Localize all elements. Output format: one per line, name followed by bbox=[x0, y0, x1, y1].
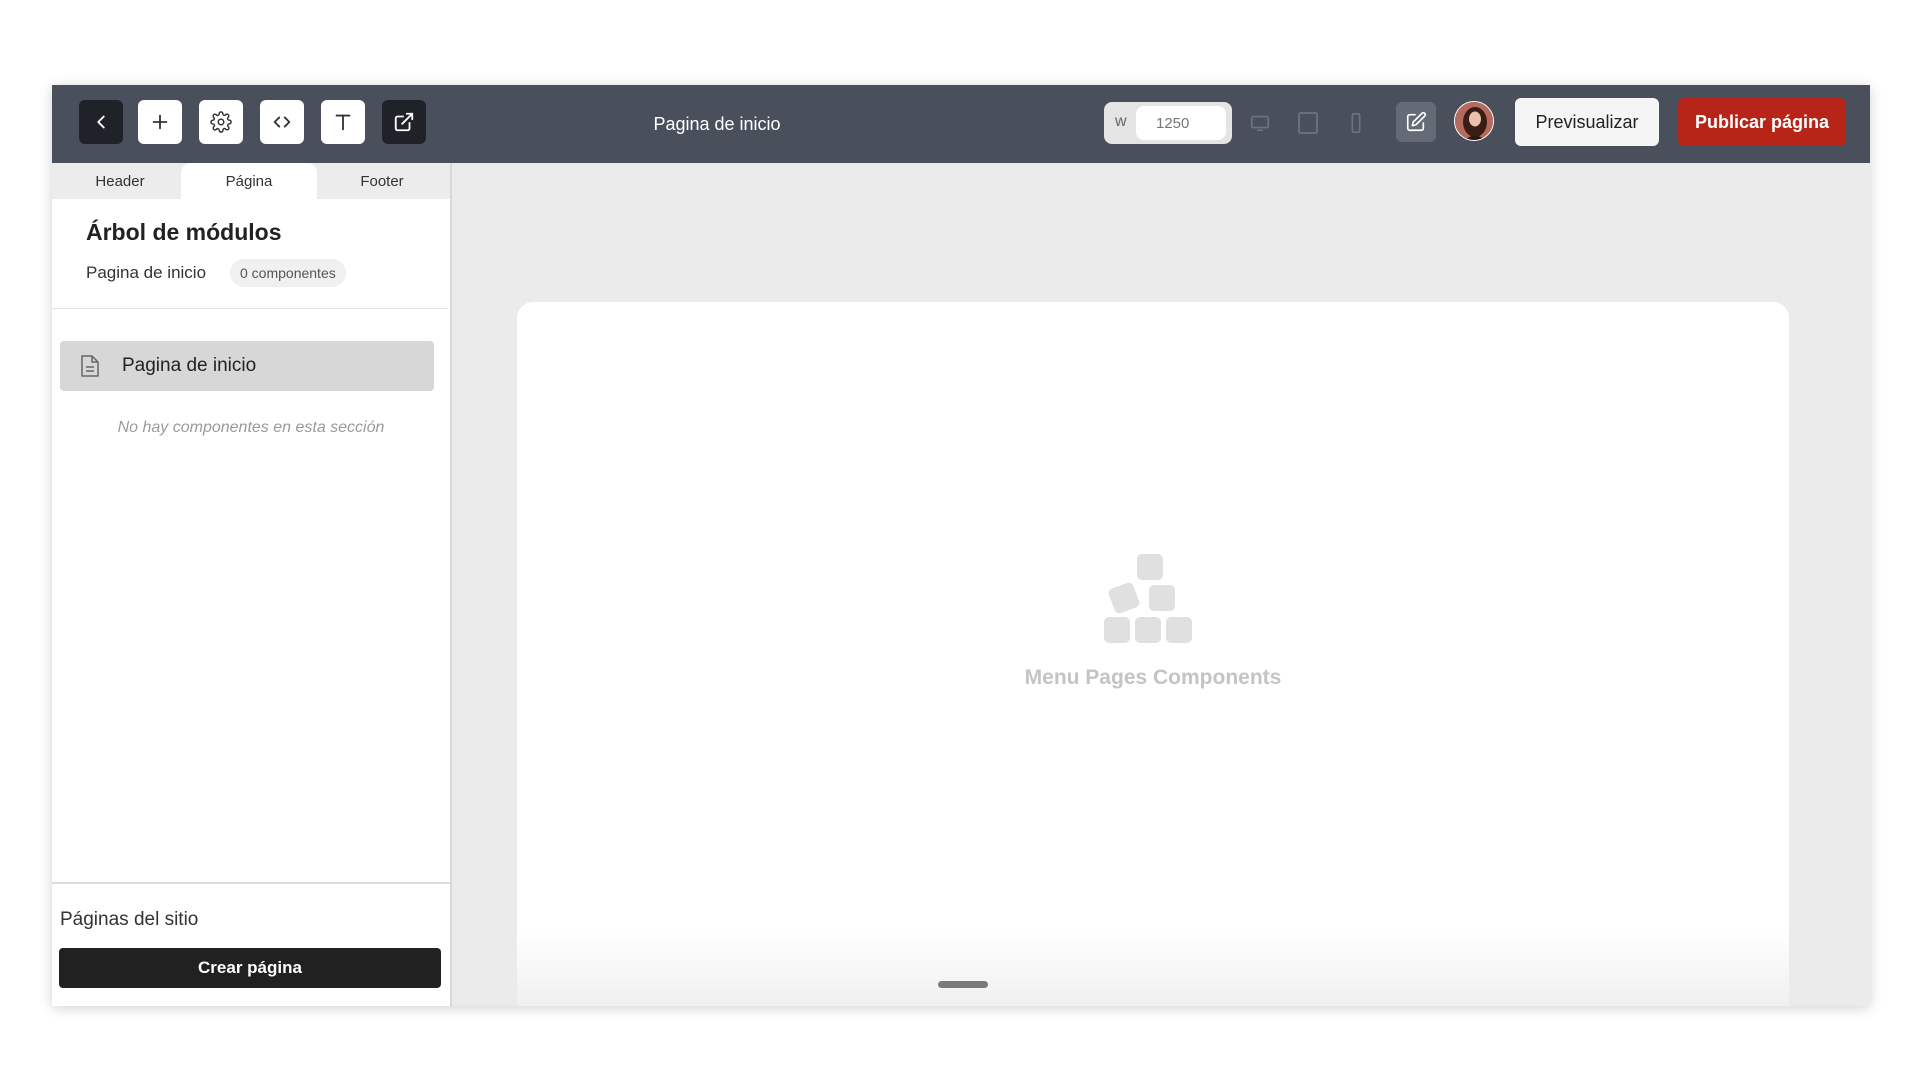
components-placeholder-icon bbox=[1104, 554, 1192, 643]
divider bbox=[52, 308, 448, 309]
tab-footer[interactable]: Footer bbox=[314, 163, 450, 199]
page-builder-window: Pagina de inicio w Previsualizar Pub bbox=[52, 85, 1870, 1006]
page-canvas[interactable]: Menu Pages Components bbox=[517, 302, 1789, 1006]
tablet-view-button[interactable] bbox=[1292, 107, 1324, 139]
phone-icon bbox=[1351, 113, 1361, 133]
back-button[interactable] bbox=[79, 100, 123, 144]
page-title: Pagina de inicio bbox=[653, 113, 781, 134]
settings-button[interactable] bbox=[199, 100, 243, 144]
width-label: w bbox=[1115, 113, 1127, 130]
code-button[interactable] bbox=[260, 100, 304, 144]
module-sidebar: Header Página Footer Árbol de módulos Pa… bbox=[52, 163, 452, 1006]
tree-item-label: Pagina de inicio bbox=[122, 355, 257, 376]
plus-icon bbox=[152, 114, 168, 130]
preview-button[interactable]: Previsualizar bbox=[1515, 98, 1659, 146]
publish-button[interactable]: Publicar página bbox=[1678, 98, 1846, 146]
external-link-icon bbox=[394, 112, 414, 132]
tab-pagina[interactable]: Página bbox=[181, 163, 317, 199]
canvas-bottom-fade bbox=[517, 932, 1789, 1006]
add-button[interactable] bbox=[138, 100, 182, 144]
section-tabs: Header Página Footer bbox=[52, 163, 450, 199]
edit-icon bbox=[1406, 111, 1427, 132]
chevron-left-icon bbox=[97, 115, 105, 129]
resize-handle[interactable] bbox=[938, 981, 988, 988]
edit-mode-button[interactable] bbox=[1396, 102, 1436, 142]
document-icon bbox=[81, 355, 99, 377]
desktop-view-button[interactable] bbox=[1244, 107, 1276, 139]
width-control: w bbox=[1104, 102, 1232, 144]
current-page-name: Pagina de inicio bbox=[86, 263, 207, 282]
top-toolbar: Pagina de inicio w Previsualizar Pub bbox=[52, 85, 1870, 163]
monitor-icon bbox=[1250, 115, 1270, 132]
avatar-image bbox=[1455, 102, 1493, 140]
open-external-button[interactable] bbox=[382, 100, 426, 144]
gear-icon bbox=[210, 111, 232, 133]
create-page-button[interactable]: Crear página bbox=[59, 948, 441, 988]
text-button[interactable] bbox=[321, 100, 365, 144]
site-pages-label: Páginas del sitio bbox=[60, 909, 199, 930]
component-count-badge: 0 componentes bbox=[230, 259, 346, 287]
canvas-placeholder-text: Menu Pages Components bbox=[1024, 666, 1282, 689]
tablet-icon bbox=[1298, 112, 1318, 134]
mobile-view-button[interactable] bbox=[1340, 107, 1372, 139]
divider bbox=[52, 882, 450, 884]
width-input[interactable] bbox=[1136, 106, 1226, 140]
module-tree-title: Árbol de módulos bbox=[86, 219, 282, 245]
tab-header[interactable]: Header bbox=[52, 163, 188, 199]
text-icon bbox=[335, 114, 351, 131]
tree-item-page[interactable]: Pagina de inicio bbox=[60, 341, 434, 391]
empty-section-message: No hay componentes en esta sección bbox=[117, 419, 385, 436]
user-avatar[interactable] bbox=[1454, 101, 1494, 141]
code-icon bbox=[273, 116, 291, 128]
